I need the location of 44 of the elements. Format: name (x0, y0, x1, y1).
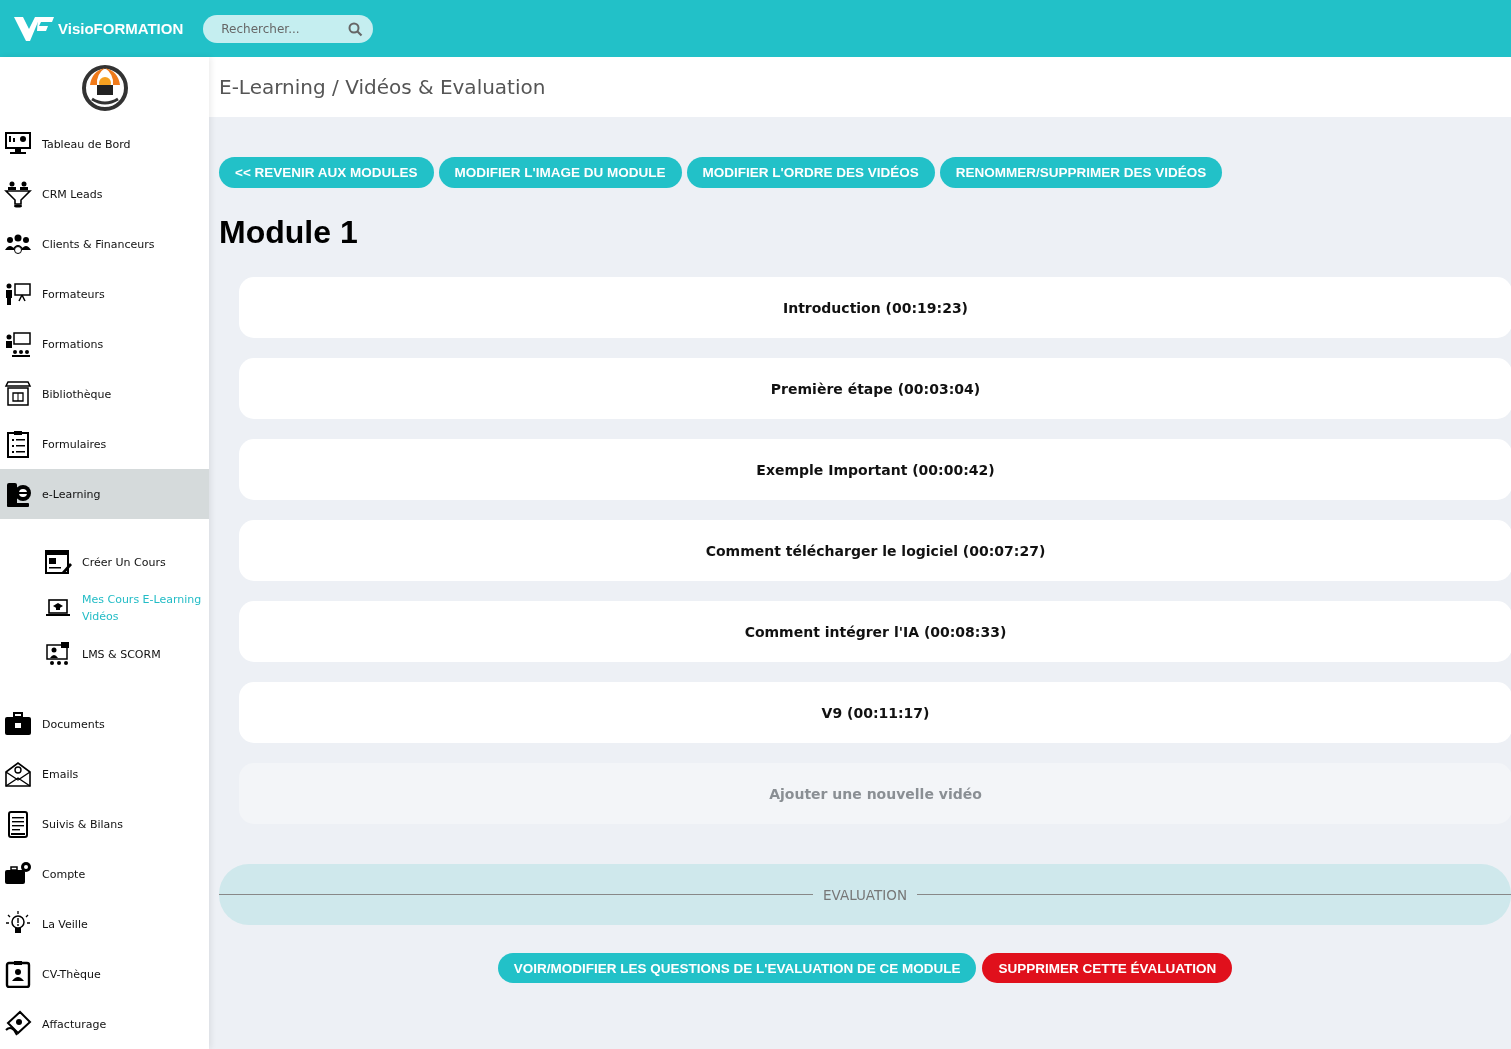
hand-banknote-icon (4, 1010, 32, 1038)
nav-item[interactable]: CRM Leads (0, 169, 209, 219)
clipboard-list-icon (4, 430, 32, 458)
video-row[interactable]: Comment télécharger le logiciel (00:07:27) (239, 520, 1511, 581)
video-row[interactable]: V9 (00:11:17) (239, 682, 1511, 743)
briefcase-icon (4, 710, 32, 738)
nav-item[interactable]: Documents (0, 699, 209, 749)
brand-name: VisioFORMATION (58, 20, 184, 37)
submenu-item[interactable]: Créer Un Cours (0, 539, 209, 585)
video-class-icon (44, 640, 72, 668)
nav-item[interactable]: Compte (0, 849, 209, 899)
logo-icon (14, 14, 54, 43)
nav-item[interactable]: Suivis & Bilans (0, 799, 209, 849)
nav-item[interactable]: Bibliothèque (0, 369, 209, 419)
nav-item[interactable]: Affacturage (0, 999, 209, 1049)
submenu-item[interactable]: LMS & SCORM (0, 631, 209, 677)
badge-person-icon (4, 960, 32, 988)
nav-item[interactable]: CV-Thèque (0, 949, 209, 999)
emblem-icon (81, 65, 128, 111)
video-row[interactable]: Introduction (00:19:23) (239, 277, 1511, 338)
module-title: Module 1 (219, 214, 359, 251)
book-icon (4, 480, 32, 508)
video-row[interactable]: Première étape (00:03:04) (239, 358, 1511, 419)
presenter-board-icon (4, 280, 32, 308)
classroom-icon (4, 330, 32, 358)
funnel-people-icon (4, 180, 32, 208)
envelope-icon (4, 760, 32, 788)
evaluation-button[interactable]: SUPPRIMER CETTE ÉVALUATION (982, 953, 1233, 983)
nav-item[interactable]: Emails (0, 749, 209, 799)
library-icon (4, 380, 32, 408)
nav-item[interactable]: Formations (0, 319, 209, 369)
video-row[interactable]: Exemple Important (00:00:42) (239, 439, 1511, 500)
search-field[interactable]: Rechercher... (203, 14, 374, 43)
nav-item[interactable]: Clients & Financeurs (0, 219, 209, 269)
breadcrumb: E-Learning / Vidéos & Evaluation (219, 75, 546, 99)
nav-item[interactable]: Tableau de Bord (0, 119, 209, 169)
video-row[interactable]: Comment intégrer l'IA (00:08:33) (239, 601, 1511, 662)
browser-edit-icon (44, 548, 72, 576)
evaluation-heading: EVALUATION (823, 886, 907, 903)
nav-item[interactable]: La Veille (0, 899, 209, 949)
nav-item[interactable]: e-Learning (0, 469, 209, 519)
nav-item[interactable]: Formateurs (0, 269, 209, 319)
search-icon[interactable] (348, 21, 364, 37)
nav-item[interactable]: Formulaires (0, 419, 209, 469)
